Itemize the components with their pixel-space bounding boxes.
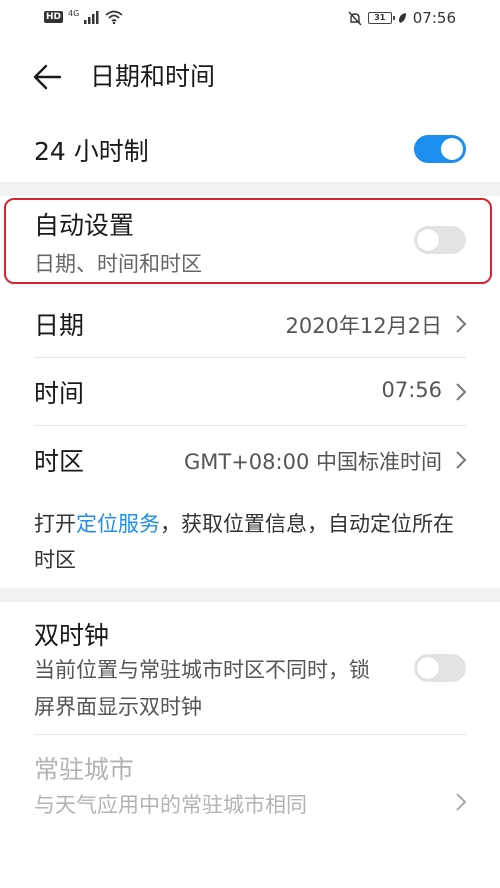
- setting-dual-clock-label: 双时钟: [34, 621, 110, 650]
- network-type: 4G: [68, 9, 80, 18]
- chevron-right-icon: [456, 315, 467, 333]
- setting-date-value: 2020年12月2日: [285, 314, 442, 338]
- signal-icon: [84, 10, 99, 24]
- location-service-link[interactable]: 定位服务: [76, 512, 160, 536]
- toggle-knob: [441, 138, 463, 160]
- setting-date[interactable]: 日期 2020年12月2日: [0, 290, 500, 358]
- section-gap: [0, 588, 500, 602]
- hd-badge: HD: [44, 11, 64, 23]
- setting-timezone-label: 时区: [34, 447, 85, 476]
- setting-dual-clock[interactable]: 双时钟 当前位置与常驻城市时区不同时，锁屏界面显示双时钟: [0, 606, 500, 730]
- location-service-note: 打开定位服务，获取位置信息，自动定位所在时区: [34, 506, 474, 578]
- chevron-right-icon: [456, 383, 467, 401]
- setting-date-label: 日期: [34, 311, 85, 340]
- status-bar: HD 4G 31 07:56: [0, 0, 500, 36]
- setting-home-city-label: 常驻城市: [34, 755, 135, 784]
- toggle-24-hour[interactable]: [414, 135, 466, 163]
- section-gap: [0, 182, 500, 196]
- status-right: 31 07:56: [348, 9, 456, 27]
- page-title: 日期和时间: [90, 62, 216, 91]
- chevron-right-icon: [456, 451, 467, 469]
- note-prefix: 打开: [34, 512, 76, 536]
- setting-timezone[interactable]: 时区 GMT+08:00 中国标准时间: [0, 426, 500, 494]
- wifi-icon: [105, 10, 123, 24]
- setting-timezone-value: GMT+08:00 中国标准时间: [183, 450, 442, 474]
- toggle-knob: [417, 657, 439, 679]
- mute-bell-icon: [348, 11, 362, 25]
- setting-time-value: 07:56: [381, 378, 442, 402]
- highlight-box: [4, 198, 492, 284]
- battery-icon: 31: [367, 12, 395, 24]
- app-header: 日期和时间: [0, 50, 500, 104]
- setting-time[interactable]: 时间 07:56: [0, 358, 500, 426]
- setting-home-city[interactable]: 常驻城市 与天气应用中的常驻城市相同: [0, 740, 500, 870]
- divider: [34, 734, 466, 735]
- status-time: 07:56: [412, 9, 456, 27]
- setting-24-hour[interactable]: 24 小时制: [0, 126, 500, 174]
- setting-24-hour-label: 24 小时制: [34, 137, 149, 166]
- setting-home-city-subtitle: 与天气应用中的常驻城市相同: [34, 793, 307, 817]
- setting-dual-clock-subtitle: 当前位置与常驻城市时区不同时，锁屏界面显示双时钟: [34, 658, 370, 719]
- leaf-icon: [398, 13, 406, 23]
- back-arrow-icon[interactable]: [30, 60, 64, 94]
- chevron-right-icon: [456, 793, 467, 811]
- setting-time-label: 时间: [34, 379, 85, 408]
- toggle-dual-clock[interactable]: [414, 654, 466, 682]
- status-left: HD 4G: [44, 10, 123, 24]
